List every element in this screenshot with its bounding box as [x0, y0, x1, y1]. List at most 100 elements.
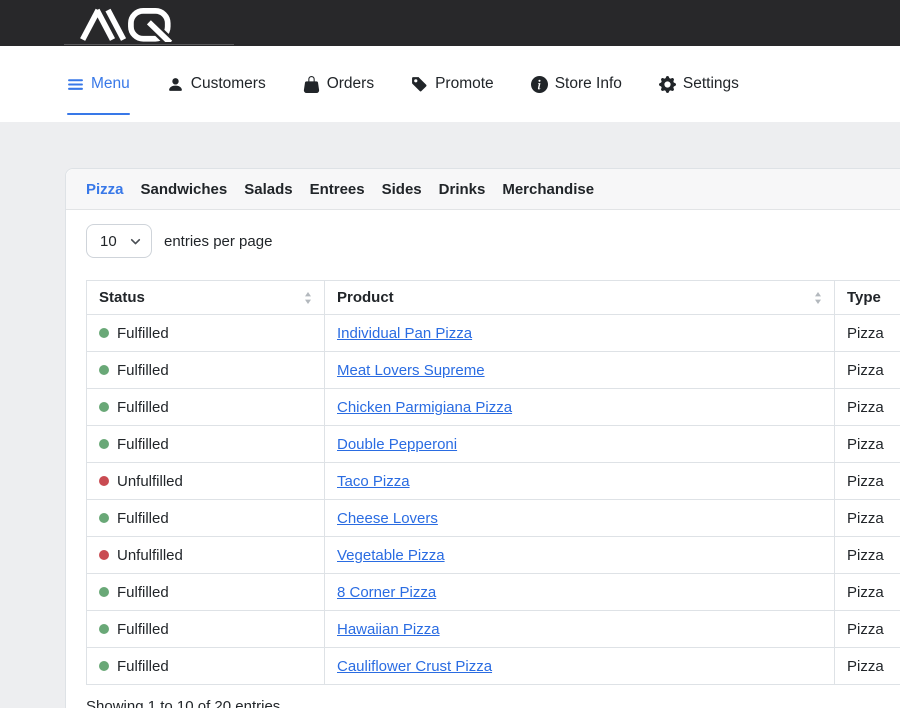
type-cell: Pizza: [835, 463, 900, 500]
status-label: Unfulfilled: [117, 547, 183, 564]
type-cell: Pizza: [835, 315, 900, 352]
status-dot: [99, 661, 109, 671]
product-link[interactable]: Hawaiian Pizza: [337, 621, 440, 638]
product-link[interactable]: Vegetable Pizza: [337, 547, 445, 564]
info-icon: [531, 76, 548, 93]
status-label: Fulfilled: [117, 362, 169, 379]
table-row: Fulfilled Double Pepperoni Pizza: [87, 426, 900, 463]
tab-sandwiches[interactable]: Sandwiches: [141, 181, 228, 198]
product-link[interactable]: Chicken Parmigiana Pizza: [337, 399, 512, 416]
column-header-product[interactable]: Product: [325, 281, 835, 315]
product-link[interactable]: Double Pepperoni: [337, 436, 457, 453]
type-cell: Pizza: [835, 389, 900, 426]
nav-label: Settings: [683, 75, 739, 93]
category-tabs: Pizza Sandwiches Salads Entrees Sides Dr…: [66, 169, 900, 210]
status-dot: [99, 365, 109, 375]
tag-icon: [411, 76, 428, 93]
column-header-status[interactable]: Status: [87, 281, 325, 315]
tab-sides[interactable]: Sides: [382, 181, 422, 198]
nav-item-orders[interactable]: Orders: [303, 46, 374, 122]
status-cell: Fulfilled: [87, 648, 325, 685]
product-link[interactable]: Cauliflower Crust Pizza: [337, 658, 492, 675]
table-row: Fulfilled Cauliflower Crust Pizza Pizza: [87, 648, 900, 685]
status-dot: [99, 476, 109, 486]
status-dot: [99, 587, 109, 597]
table-row: Fulfilled Hawaiian Pizza Pizza: [87, 611, 900, 648]
table-row: Fulfilled Meat Lovers Supreme Pizza: [87, 352, 900, 389]
status-cell: Fulfilled: [87, 315, 325, 352]
brand-logo-mq[interactable]: [67, 6, 185, 42]
nav-item-store-info[interactable]: Store Info: [531, 46, 622, 122]
gear-icon: [659, 76, 676, 93]
nav-item-settings[interactable]: Settings: [659, 46, 739, 122]
nav-label: Store Info: [555, 75, 622, 93]
status-cell: Unfulfilled: [87, 463, 325, 500]
status-dot: [99, 513, 109, 523]
product-cell: Meat Lovers Supreme: [325, 352, 835, 389]
product-cell: Individual Pan Pizza: [325, 315, 835, 352]
product-link[interactable]: Individual Pan Pizza: [337, 325, 472, 342]
person-icon: [167, 76, 184, 93]
column-header-type[interactable]: Type: [835, 281, 900, 315]
product-cell: Cheese Lovers: [325, 500, 835, 537]
nav-label: Customers: [191, 75, 266, 93]
nav-label: Orders: [327, 75, 374, 93]
tab-salads[interactable]: Salads: [244, 181, 292, 198]
nav-item-menu[interactable]: Menu: [67, 46, 130, 122]
status-label: Fulfilled: [117, 325, 169, 342]
status-cell: Unfulfilled: [87, 537, 325, 574]
column-label: Product: [337, 289, 394, 306]
status-label: Fulfilled: [117, 621, 169, 638]
status-dot: [99, 439, 109, 449]
nav-label: Menu: [91, 75, 130, 93]
product-link[interactable]: 8 Corner Pizza: [337, 584, 436, 601]
sort-icon[interactable]: [304, 292, 312, 304]
status-label: Unfulfilled: [117, 473, 183, 490]
table-row: Fulfilled 8 Corner Pizza Pizza: [87, 574, 900, 611]
tab-drinks[interactable]: Drinks: [439, 181, 486, 198]
status-cell: Fulfilled: [87, 574, 325, 611]
type-cell: Pizza: [835, 611, 900, 648]
status-dot: [99, 402, 109, 412]
hamburger-icon: [67, 76, 84, 93]
menu-card: Pizza Sandwiches Salads Entrees Sides Dr…: [65, 168, 900, 708]
nav-label: Promote: [435, 75, 494, 93]
status-label: Fulfilled: [117, 658, 169, 675]
status-label: Fulfilled: [117, 510, 169, 527]
type-cell: Pizza: [835, 352, 900, 389]
tab-entrees[interactable]: Entrees: [310, 181, 365, 198]
status-label: Fulfilled: [117, 436, 169, 453]
status-cell: Fulfilled: [87, 352, 325, 389]
type-cell: Pizza: [835, 537, 900, 574]
product-cell: Double Pepperoni: [325, 426, 835, 463]
entries-per-page-select[interactable]: 10: [86, 224, 152, 258]
entries-per-page-label: entries per page: [164, 233, 272, 250]
nav-item-promote[interactable]: Promote: [411, 46, 494, 122]
page-content: Pizza Sandwiches Salads Entrees Sides Dr…: [0, 122, 900, 708]
product-link[interactable]: Taco Pizza: [337, 473, 410, 490]
type-cell: Pizza: [835, 574, 900, 611]
product-cell: Taco Pizza: [325, 463, 835, 500]
status-label: Fulfilled: [117, 584, 169, 601]
pagination-summary: Showing 1 to 10 of 20 entries: [86, 698, 900, 708]
products-table: Status Product: [86, 280, 900, 685]
product-link[interactable]: Cheese Lovers: [337, 510, 438, 527]
tab-merchandise[interactable]: Merchandise: [502, 181, 594, 198]
status-label: Fulfilled: [117, 399, 169, 416]
column-label: Type: [847, 289, 881, 306]
product-cell: 8 Corner Pizza: [325, 574, 835, 611]
table-controls: 10 entries per page: [86, 224, 900, 258]
bag-icon: [303, 76, 320, 93]
product-cell: Cauliflower Crust Pizza: [325, 648, 835, 685]
status-cell: Fulfilled: [87, 611, 325, 648]
chevron-down-icon: [130, 236, 141, 247]
tab-pizza[interactable]: Pizza: [86, 181, 124, 198]
table-row: Unfulfilled Vegetable Pizza Pizza: [87, 537, 900, 574]
sort-icon[interactable]: [814, 292, 822, 304]
status-dot: [99, 550, 109, 560]
top-app-bar: [0, 0, 900, 46]
entries-per-page-value: 10: [100, 233, 117, 250]
product-link[interactable]: Meat Lovers Supreme: [337, 362, 485, 379]
table-row: Fulfilled Individual Pan Pizza Pizza: [87, 315, 900, 352]
nav-item-customers[interactable]: Customers: [167, 46, 266, 122]
